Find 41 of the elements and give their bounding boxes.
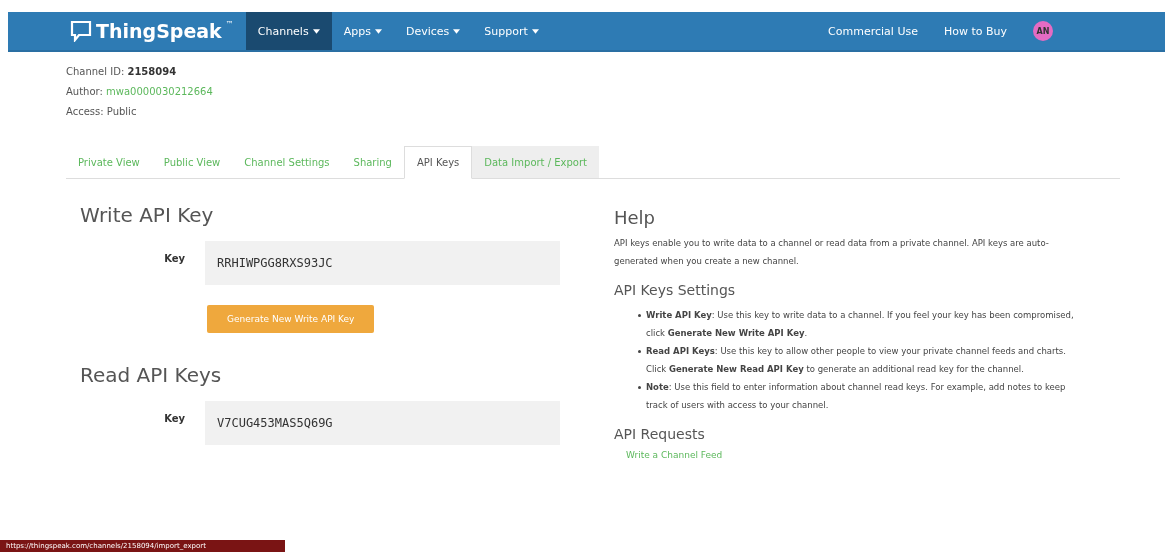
bullet-icon (638, 314, 641, 317)
caret-icon (374, 28, 382, 34)
key-field[interactable]: V7CUG453MAS5Q69G (205, 401, 560, 445)
nav-menu[interactable]: Apps (331, 12, 394, 50)
tab[interactable]: API Keys (403, 146, 473, 179)
bullet-icon (638, 386, 641, 389)
user-avatar[interactable]: AN (1033, 21, 1053, 41)
tab[interactable]: Sharing (341, 146, 404, 178)
trademark: ™ (225, 20, 234, 29)
help-bullet-text: Note: Use this field to enter information about channel read keys. For example, add notes to keep track of users with access to your channel. (646, 381, 1067, 412)
requests-heading: API Requests (614, 426, 706, 442)
caret-icon (531, 28, 539, 34)
author-label: Author: (66, 86, 103, 97)
key-label: Key (163, 252, 186, 264)
section-heading: Write API Key (80, 203, 215, 227)
tab[interactable]: Private View (66, 146, 152, 178)
channel-id-label: Channel ID: (66, 66, 125, 77)
tab[interactable]: Channel Settings (232, 146, 342, 178)
logo-text[interactable]: ThingSpeak (96, 20, 222, 42)
help-bullet-text: Write API Key: Use this key to write data to a channel. If you feel your key has been compromised, click Generate New Write API Key. (646, 309, 1075, 340)
channel-id: 2158094 (127, 66, 177, 77)
bullet-icon (638, 350, 641, 353)
nav-link[interactable]: Commercial Use (828, 12, 918, 50)
access-text: Access: Public (66, 106, 137, 117)
request-link[interactable]: Write a Channel Feed (626, 450, 1084, 460)
section-heading: Read API Keys (80, 363, 223, 387)
caret-icon (453, 28, 461, 34)
nav-menu[interactable]: Devices (393, 12, 473, 50)
nav-menu[interactable]: Support (472, 12, 551, 50)
nav-menu[interactable]: Channels (245, 12, 332, 50)
author-link[interactable]: mwa0000030212664 (106, 86, 213, 97)
tab[interactable]: Public View (151, 146, 233, 178)
nav-link[interactable]: How to Buy (943, 12, 1007, 50)
help-heading: Help (614, 207, 657, 228)
help-bullet-text: Read API Keys: Use this key to allow other people to view your private channel feeds and charts. Click Generate New Read API Key to generate an additional read key for the channel. (646, 345, 1067, 376)
speech-bubble-icon (70, 20, 92, 42)
key-label: Key (163, 412, 186, 424)
help-paragraph: API keys enable you to write data to a channel or read data from a private channel. API keys are auto-generated when you create a new channel. (614, 237, 1050, 268)
key-field[interactable]: RRHIWPGG8RXS93JC (205, 241, 560, 285)
caret-icon (312, 28, 320, 34)
settings-heading: API Keys Settings (614, 282, 737, 298)
